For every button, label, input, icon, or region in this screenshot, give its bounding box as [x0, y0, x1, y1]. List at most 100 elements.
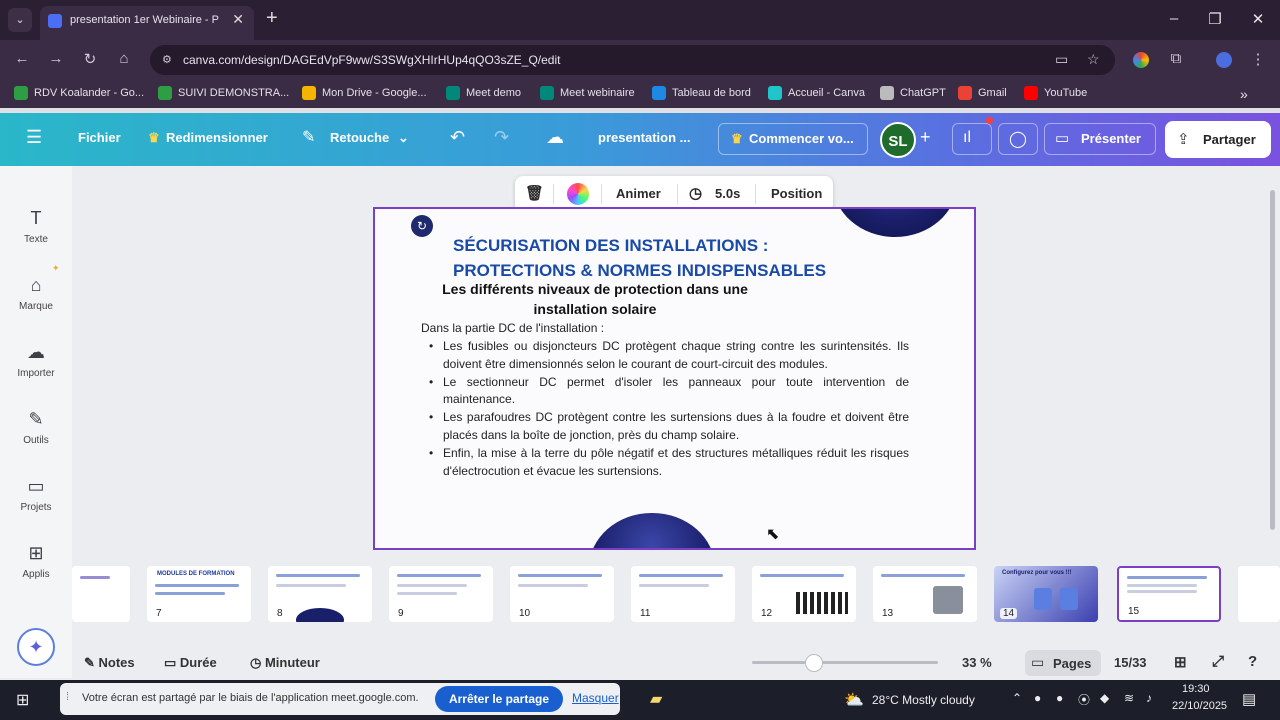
- sidebar-item-projects[interactable]: ▭ Projets: [0, 474, 72, 513]
- menu-hamburger-icon[interactable]: ☰: [26, 127, 42, 148]
- bookmark-item[interactable]: RDV Koalander - Go...: [14, 86, 144, 100]
- help-icon[interactable]: ?: [1248, 653, 1257, 670]
- profile-icon[interactable]: [1216, 52, 1232, 68]
- drag-handle-icon[interactable]: ⁞: [66, 691, 69, 703]
- slide-subtitle[interactable]: Les différents niveaux de protection dan…: [425, 279, 765, 319]
- page-thumbnail[interactable]: MODULES DE FORMATION 7: [147, 566, 251, 622]
- zoom-level[interactable]: 33 %: [962, 655, 992, 670]
- pages-button[interactable]: ▭ Pages: [1025, 650, 1101, 676]
- tab-close-icon[interactable]: ✕: [232, 11, 244, 28]
- sidebar-item-upload[interactable]: ☁ Importer: [0, 340, 72, 379]
- weather-text[interactable]: 28°C Mostly cloudy: [872, 693, 975, 707]
- restore-icon[interactable]: ❐: [1205, 10, 1225, 28]
- comments-button[interactable]: ◯: [998, 123, 1038, 155]
- avatar[interactable]: SL: [880, 122, 916, 158]
- page-thumbnail[interactable]: [72, 566, 130, 622]
- sidebar-item-tools[interactable]: ✎ Outils: [0, 407, 72, 446]
- tray-chevron-icon[interactable]: ⌃: [1012, 691, 1022, 705]
- chevron-down-icon[interactable]: ⌄: [398, 130, 409, 146]
- page-thumbnail[interactable]: [1238, 566, 1280, 622]
- page-thumbnail[interactable]: 10: [510, 566, 614, 622]
- animate-button[interactable]: Animer: [616, 186, 661, 201]
- analytics-button[interactable]: ıl: [952, 123, 992, 155]
- minimize-icon[interactable]: –: [1164, 10, 1184, 27]
- undo-icon[interactable]: ↶: [450, 127, 465, 148]
- page-thumbnail[interactable]: 8: [268, 566, 372, 622]
- duration-button[interactable]: 5.0s: [715, 186, 740, 201]
- sidebar-item-brand[interactable]: ⌂ Marque: [0, 273, 72, 312]
- bookmark-item[interactable]: Meet demo: [446, 86, 521, 100]
- microphone-icon[interactable]: ⦿: [1078, 691, 1090, 708]
- page-thumbnail[interactable]: 13: [873, 566, 977, 622]
- cloud-saved-icon[interactable]: ☁: [546, 127, 564, 148]
- tray-app-icon[interactable]: ●: [1056, 691, 1063, 705]
- wifi-icon[interactable]: ≋: [1124, 691, 1134, 705]
- hide-link[interactable]: Masquer: [572, 691, 619, 705]
- address-bar[interactable]: ⚙ canva.com/design/DAGEdVpF9ww/S3SWgXHIr…: [150, 45, 1115, 75]
- clock-date[interactable]: 22/10/2025: [1172, 700, 1227, 712]
- install-app-icon[interactable]: ▭: [1055, 51, 1068, 68]
- edit-menu[interactable]: Retouche: [330, 130, 389, 145]
- scrollbar[interactable]: [1270, 190, 1275, 530]
- design-title[interactable]: presentation ...: [598, 130, 690, 145]
- home-icon[interactable]: ⌂: [114, 50, 134, 67]
- bookmark-item[interactable]: Accueil - Canva: [768, 86, 865, 100]
- slide-intro[interactable]: Dans la partie DC de l'installation :: [421, 321, 604, 335]
- present-button[interactable]: ▭ Présenter: [1044, 123, 1156, 155]
- slide-canvas[interactable]: ↻ SÉCURISATION DES INSTALLATIONS : PROTE…: [373, 207, 976, 550]
- trash-icon[interactable]: 🗑: [525, 184, 544, 202]
- reload-icon[interactable]: ↻: [80, 50, 100, 68]
- magic-assistant-icon[interactable]: ✦: [17, 628, 55, 666]
- page-thumbnail[interactable]: Configurez pour vous !!! 14: [994, 566, 1098, 622]
- page-thumbnail[interactable]: 12: [752, 566, 856, 622]
- browser-tab-active[interactable]: presentation 1er Webinaire - P ✕: [40, 6, 254, 40]
- notifications-icon[interactable]: ▤: [1242, 690, 1256, 708]
- bookmark-star-icon[interactable]: ☆: [1087, 51, 1100, 68]
- bookmark-item[interactable]: Mon Drive - Google...: [302, 86, 427, 100]
- resize-button[interactable]: Redimensionner: [166, 130, 268, 145]
- sidebar-item-text[interactable]: T Texte: [0, 206, 72, 245]
- tab-search-icon[interactable]: ⌄: [8, 8, 32, 32]
- extensions-puzzle-icon[interactable]: ⧉: [1166, 50, 1186, 67]
- grid-view-icon[interactable]: ⊞: [1174, 653, 1187, 671]
- position-button[interactable]: Position: [771, 186, 822, 201]
- slide-title[interactable]: SÉCURISATION DES INSTALLATIONS : PROTECT…: [453, 233, 893, 283]
- bookmark-item[interactable]: Gmail: [958, 86, 1007, 100]
- bookmark-item[interactable]: SUIVI DEMONSTRA...: [158, 86, 289, 100]
- taskbar-app-icon[interactable]: ▰: [650, 689, 662, 709]
- volume-icon[interactable]: ♪: [1146, 691, 1152, 705]
- page-thumbnail[interactable]: 11: [631, 566, 735, 622]
- windows-start-icon[interactable]: ⊞: [16, 690, 29, 710]
- color-picker-icon[interactable]: [567, 183, 589, 205]
- redo-icon[interactable]: ↷: [494, 127, 509, 148]
- timer-button[interactable]: ◷ Minuteur: [250, 655, 320, 671]
- share-button[interactable]: ⇪ Partager: [1165, 121, 1271, 158]
- tray-app-icon[interactable]: ◆: [1100, 691, 1109, 705]
- slide-bullet-list[interactable]: Les fusibles ou disjoncteurs DC protègen…: [429, 338, 909, 480]
- zoom-slider[interactable]: [752, 661, 938, 664]
- tray-app-icon[interactable]: ●: [1034, 691, 1041, 705]
- bookmark-item[interactable]: YouTube: [1024, 86, 1087, 100]
- stop-sharing-button[interactable]: Arrêter le partage: [435, 686, 563, 712]
- bookmark-item[interactable]: Tableau de bord: [652, 86, 751, 100]
- browser-menu-icon[interactable]: ⋮: [1248, 50, 1268, 68]
- add-collaborator-icon[interactable]: +: [920, 127, 931, 148]
- site-info-icon[interactable]: ⚙: [162, 53, 172, 66]
- bookmarks-overflow-icon[interactable]: »: [1240, 86, 1248, 102]
- back-icon[interactable]: ←: [12, 50, 32, 67]
- start-trial-button[interactable]: ♛ Commencer vo...: [718, 123, 868, 155]
- page-thumbnail[interactable]: 9: [389, 566, 493, 622]
- duration-button[interactable]: ▭ Durée: [164, 655, 217, 671]
- new-tab-icon[interactable]: +: [266, 8, 278, 28]
- bookmark-item[interactable]: Meet webinaire: [540, 86, 635, 100]
- window-close-icon[interactable]: ✕: [1248, 10, 1268, 28]
- page-thumbnail-selected[interactable]: 15: [1117, 566, 1221, 622]
- file-menu[interactable]: Fichier: [78, 130, 121, 145]
- forward-icon[interactable]: →: [46, 50, 66, 67]
- bookmark-item[interactable]: ChatGPT: [880, 86, 946, 100]
- extension-icon[interactable]: [1133, 52, 1149, 68]
- zoom-slider-handle[interactable]: [805, 654, 823, 672]
- fullscreen-icon[interactable]: ⤢: [1212, 653, 1224, 670]
- notes-button[interactable]: ✎ Notes: [84, 655, 135, 671]
- clock-time[interactable]: 19:30: [1182, 683, 1210, 695]
